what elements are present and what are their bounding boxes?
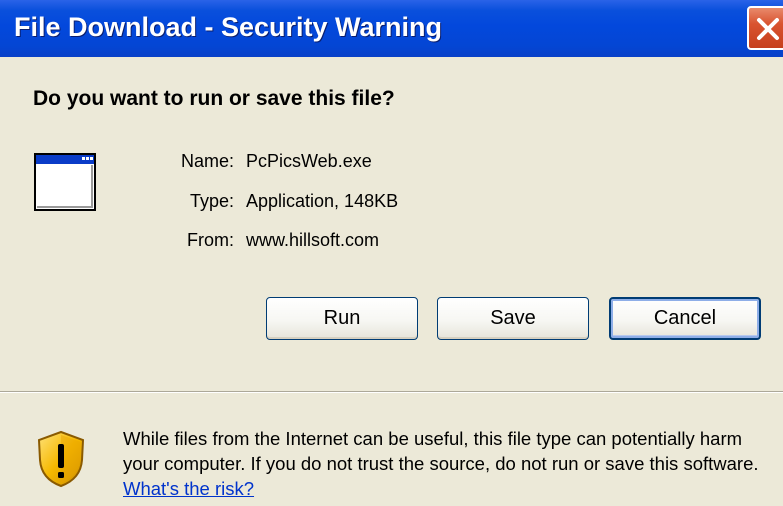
divider xyxy=(0,391,783,393)
warning-text: While files from the Internet can be use… xyxy=(123,428,759,474)
cancel-button[interactable]: Cancel xyxy=(609,297,761,340)
close-button[interactable] xyxy=(747,6,783,50)
from-value: www.hillsoft.com xyxy=(246,230,380,250)
save-button[interactable]: Save xyxy=(437,297,589,340)
type-value: Application, 148KB xyxy=(246,191,399,211)
name-label: Name: xyxy=(180,151,234,171)
from-label: From: xyxy=(187,230,234,250)
type-label: Type: xyxy=(189,191,234,211)
security-warning-dialog: File Download - Security Warning Do you … xyxy=(0,0,783,506)
name-value: PcPicsWeb.exe xyxy=(246,151,372,171)
whats-the-risk-link[interactable]: What's the risk? xyxy=(123,478,254,499)
dialog-question: Do you want to run or save this file? xyxy=(33,87,395,110)
close-icon xyxy=(757,18,779,40)
shield-warning-icon xyxy=(37,430,85,488)
title-bar[interactable]: File Download - Security Warning xyxy=(0,0,783,57)
run-button[interactable]: Run xyxy=(266,297,418,340)
warning-message: While files from the Internet can be use… xyxy=(123,426,778,501)
window-title: File Download - Security Warning xyxy=(14,12,443,42)
